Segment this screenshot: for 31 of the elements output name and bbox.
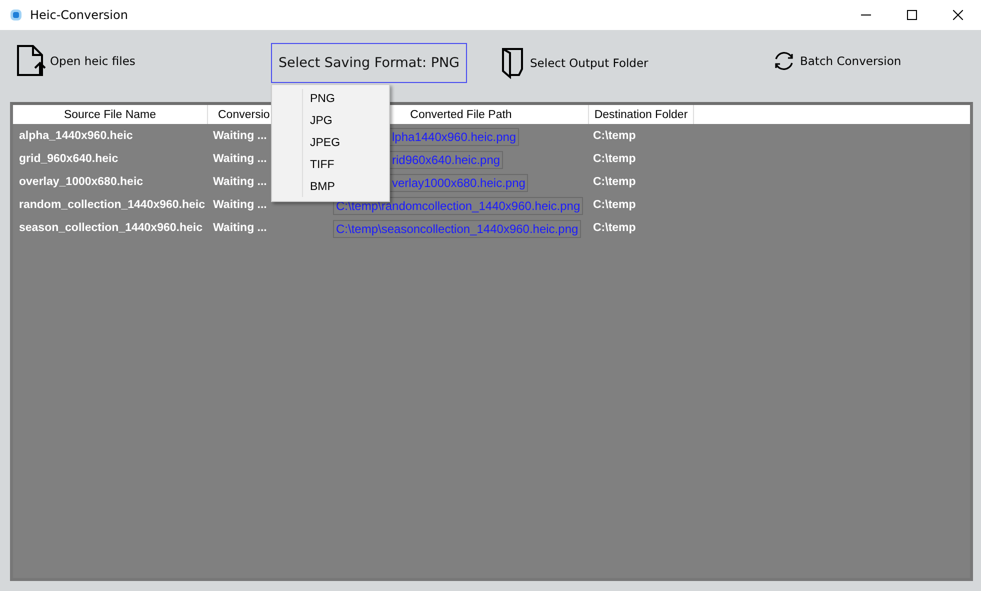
table-cell: C:\temp [593, 152, 636, 164]
app-icon [10, 9, 22, 21]
output-folder-button[interactable]: Select Output Folder [500, 47, 648, 79]
table-cell: C:\temp [593, 130, 636, 142]
folder-icon [500, 47, 526, 79]
table-cell: overlay_1000x680.heic [19, 176, 144, 188]
table-cell: C:\temp [593, 198, 636, 210]
file-upload-icon [16, 45, 46, 77]
close-icon [953, 10, 963, 20]
table-cell: C:\temp [593, 176, 636, 188]
batch-conversion-button[interactable]: Batch Conversion [772, 49, 902, 73]
table-cell: Waiting ... [213, 152, 267, 164]
table-cell: Waiting ... [213, 222, 267, 234]
window-title: Heic-Conversion [30, 8, 129, 22]
table-cell: C:\temp [593, 222, 636, 234]
refresh-icon [772, 49, 796, 73]
table-cell: grid_960x640.heic [19, 152, 118, 164]
column-header[interactable]: Source File Name [13, 105, 208, 124]
menu-item[interactable]: BMP [272, 176, 389, 198]
table-cell: Waiting ... [213, 198, 267, 210]
table-cell: random_collection_1440x960.heic [19, 198, 206, 210]
menu-item[interactable]: JPEG [272, 132, 389, 154]
format-button[interactable]: Select Saving Format: PNG [271, 43, 467, 83]
open-files-button[interactable]: Open heic files [16, 45, 136, 77]
menu-item[interactable]: TIFF [272, 154, 389, 176]
maximize-icon [907, 10, 917, 20]
column-header[interactable]: Destination Folder [589, 105, 694, 124]
table-cell: alpha_1440x960.heic [19, 130, 133, 142]
table-cell: Waiting ... [213, 130, 267, 142]
table-cell: Waiting ... [213, 176, 267, 188]
table-cell: season_collection_1440x960.heic [19, 222, 202, 234]
